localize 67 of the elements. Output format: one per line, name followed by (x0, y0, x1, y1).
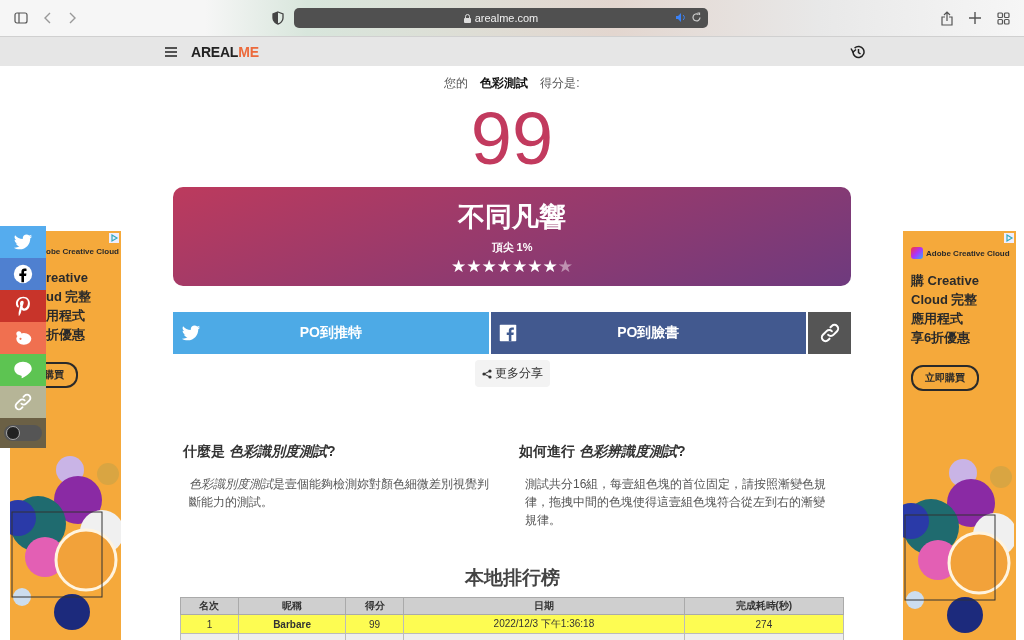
column-header: 得分 (345, 597, 404, 615)
sidebar-icon[interactable] (14, 12, 28, 24)
advertisement-banner[interactable]: Adobe Creative Cloud 購 Creative Cloud 完整 應用程式 享6折優惠 立即購買 (903, 231, 1016, 640)
reload-icon[interactable] (691, 12, 702, 23)
app-logo-icon (911, 247, 923, 259)
column-header: 名次 (180, 597, 239, 615)
ad-headline: reative ud 完整 用程式 折優惠 (46, 269, 93, 344)
table-cell: 99 (345, 614, 404, 634)
column-header: 日期 (403, 597, 685, 615)
score-label: 得分是: (540, 75, 580, 92)
link-icon (13, 392, 33, 412)
back-icon[interactable] (44, 12, 52, 24)
weibo-share-button[interactable] (0, 322, 46, 354)
table-cell: Barbare (238, 614, 346, 634)
table-cell: 274 (684, 614, 844, 634)
share-icon[interactable] (941, 10, 953, 26)
link-icon (818, 322, 841, 344)
bird-icon (181, 323, 201, 343)
star-icon: ★ (496, 258, 512, 276)
star-icon: ★ (557, 258, 573, 276)
shield-icon[interactable] (272, 11, 284, 25)
table-cell: 1 (180, 614, 239, 634)
score-label: 您的 (444, 75, 469, 92)
star-icon: ★ (481, 258, 497, 276)
section-heading: 什麼是 色彩識別度測試? (183, 443, 337, 461)
more-share-button[interactable]: 更多分享 (474, 360, 550, 387)
forward-icon[interactable] (68, 12, 76, 24)
history-icon[interactable] (850, 44, 865, 59)
leaderboard-title: 本地排行榜 (463, 566, 561, 590)
pig-face-icon (13, 328, 33, 348)
f-logo-icon (13, 264, 33, 284)
speech-bubble-icon (13, 360, 33, 380)
result-title: 不同凡響 (458, 201, 566, 234)
buy-now-button[interactable]: 立即購買 (911, 365, 979, 391)
address-bar[interactable]: arealme.com (294, 8, 708, 28)
pinterest-share-button[interactable] (0, 290, 46, 322)
score-value: 99 (469, 96, 555, 182)
facebook-share-button[interactable] (0, 258, 46, 290)
f-logo-icon (498, 324, 517, 342)
star-icon: ★ (466, 258, 482, 276)
p-logo-icon (13, 296, 33, 316)
table-cell: 2022/12/3 下午1:36:18 (403, 614, 685, 634)
site-logo[interactable]: AREALME (191, 43, 259, 60)
result-rank: 頂尖 1% (491, 240, 533, 255)
lock-icon (463, 13, 471, 23)
column-header: 完成耗時(秒) (684, 597, 844, 615)
section-heading: 如何進行 色彩辨識度測試? (519, 443, 687, 461)
star-icon: ★ (451, 258, 467, 276)
star-icon: ★ (512, 258, 528, 276)
copy-link-button[interactable] (808, 312, 851, 354)
star-icon: ★ (542, 258, 558, 276)
plus-icon[interactable] (969, 12, 981, 24)
menu-icon[interactable] (165, 46, 177, 57)
facebook-share-button[interactable]: PO到臉書 (490, 312, 806, 354)
ad-brand-text: obe Creative Cloud (46, 247, 119, 256)
dark-mode-toggle[interactable] (4, 425, 42, 441)
column-header: 昵稱 (238, 597, 346, 615)
section-text: 測試共分16組，每壹組色塊的首位固定，請按照漸變色規律，拖拽中間的色塊使得這壹組色塊符合從左到右的漸變規律。 (525, 476, 828, 529)
share-icon (481, 368, 492, 379)
bird-icon (13, 232, 33, 252)
tabs-grid-icon[interactable] (997, 11, 1010, 25)
ad-headline: 購 Creative Cloud 完整 應用程式 享6折優惠 (911, 272, 980, 347)
test-name: 色彩測試 (480, 75, 529, 92)
ad-brand-text: Adobe Creative Cloud (926, 248, 1010, 258)
section-text: 色彩識別度測試是壹個能夠檢測妳對顏色細微差別視覺判斷能力的測試。 (189, 476, 490, 511)
star-icon: ★ (527, 258, 543, 276)
url-text: arealme.com (474, 12, 539, 24)
